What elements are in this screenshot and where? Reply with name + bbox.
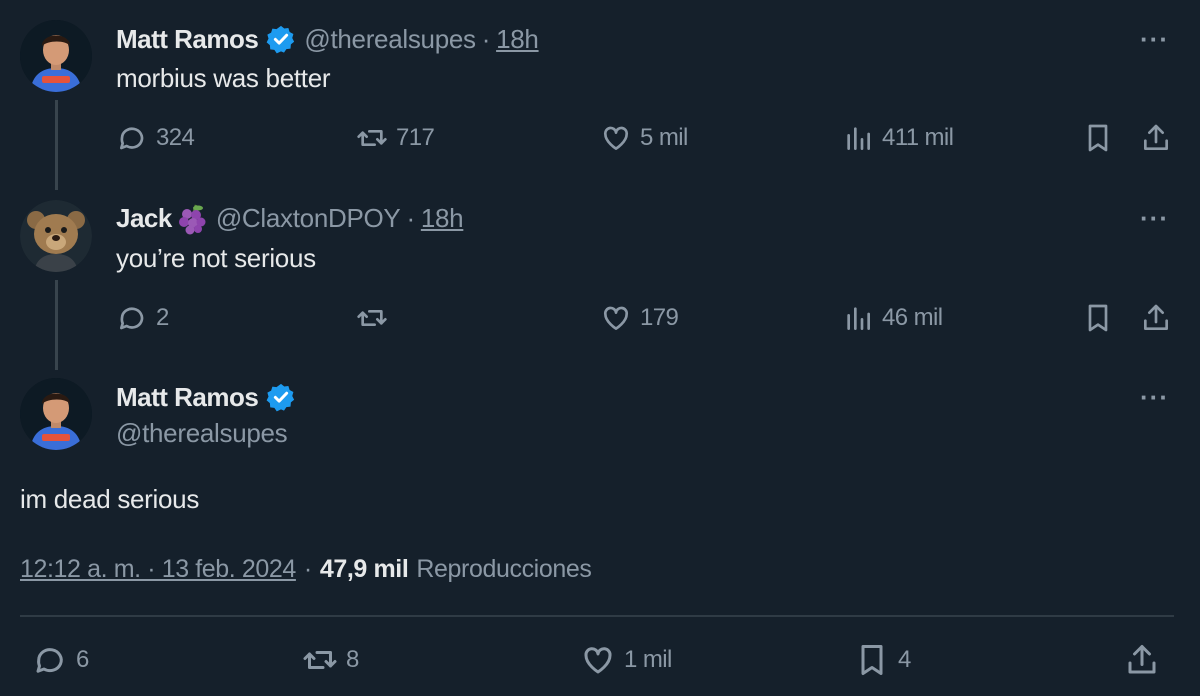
like-button[interactable]: 5 mil	[600, 122, 688, 154]
retweet-icon	[357, 310, 387, 326]
views-label: Reproducciones	[416, 555, 592, 583]
bookmark-count: 4	[898, 646, 911, 673]
tweet-text: im dead serious	[20, 484, 200, 514]
share-icon	[1144, 124, 1168, 150]
bookmark-button[interactable]	[1082, 122, 1122, 154]
bookmark-button[interactable]: 4	[854, 642, 911, 678]
views-count: 411 mil	[882, 124, 954, 151]
heart-icon	[603, 126, 629, 150]
retweet-button[interactable]	[356, 302, 396, 334]
more-options-button[interactable]: ···	[1140, 382, 1169, 413]
share-button[interactable]	[1124, 642, 1168, 678]
author-handle[interactable]: @therealsupes	[304, 24, 476, 55]
reply-count: 324	[156, 124, 195, 151]
author-name[interactable]: Jack	[116, 203, 172, 234]
heart-icon	[603, 306, 629, 330]
author-name[interactable]: Matt Ramos	[116, 24, 259, 55]
reply-count: 6	[76, 646, 89, 673]
verified-badge-icon	[266, 25, 295, 54]
avatar[interactable]	[20, 20, 92, 92]
divider	[20, 615, 1174, 617]
share-button[interactable]	[1140, 302, 1180, 334]
person-avatar-icon	[20, 378, 92, 450]
reply-button[interactable]: 324	[116, 122, 195, 154]
more-options-button[interactable]: ···	[1140, 24, 1169, 55]
more-options-button[interactable]: ···	[1140, 203, 1169, 234]
tweet-timestamp[interactable]: 12:12 a. m. · 13 feb. 2024	[20, 555, 296, 584]
bookmark-icon	[1088, 124, 1108, 152]
like-count: 5 mil	[640, 124, 688, 151]
share-button[interactable]	[1140, 122, 1180, 154]
retweet-icon	[357, 130, 387, 146]
separator-dot: ·	[303, 555, 312, 583]
views-chart-icon	[847, 307, 870, 330]
reply-button[interactable]: 2	[116, 302, 169, 334]
bookmark-button[interactable]	[1082, 302, 1122, 334]
tweet-text: you’re not serious	[116, 243, 316, 273]
grapes-emoji-icon	[178, 204, 206, 235]
separator-dot: ·	[481, 23, 491, 54]
tweet-text: morbius was better	[116, 63, 331, 93]
avatar[interactable]	[20, 378, 92, 450]
author-handle[interactable]: @ClaxtonDPOY	[216, 203, 401, 234]
reply-count: 2	[156, 304, 169, 331]
author-handle[interactable]: @therealsupes	[116, 418, 288, 449]
tweet-time[interactable]: 18h	[421, 203, 464, 234]
like-count: 1 mil	[624, 646, 672, 673]
reply-button[interactable]: 6	[32, 642, 89, 678]
share-icon	[1128, 645, 1156, 674]
thread-line	[55, 100, 58, 190]
reply-icon	[120, 127, 144, 150]
verified-badge-icon	[266, 383, 295, 412]
person-avatar-icon	[20, 20, 92, 92]
bookmark-icon	[861, 645, 883, 675]
heart-icon	[584, 647, 612, 674]
retweet-count: 717	[396, 124, 435, 151]
reply-icon	[120, 307, 144, 330]
views-count: 46 mil	[882, 304, 943, 331]
views-chart-icon	[847, 127, 870, 150]
retweet-count: 8	[346, 646, 359, 673]
like-count: 179	[640, 304, 679, 331]
author-name[interactable]: Matt Ramos	[116, 382, 259, 413]
retweet-button[interactable]: 8	[302, 642, 359, 678]
tweet-time[interactable]: 18h	[496, 24, 539, 55]
retweet-button[interactable]: 717	[356, 122, 435, 154]
teddy-bear-avatar-icon	[20, 200, 92, 272]
share-icon	[1144, 304, 1168, 330]
bookmark-icon	[1088, 304, 1108, 332]
views-button[interactable]: 411 mil	[842, 122, 954, 154]
separator-dot: ·	[406, 202, 415, 233]
retweet-icon	[303, 651, 337, 669]
views-button[interactable]: 46 mil	[842, 302, 943, 334]
avatar[interactable]	[20, 200, 92, 272]
thread-line	[55, 280, 58, 370]
like-button[interactable]: 179	[600, 302, 679, 334]
reply-icon	[36, 648, 63, 673]
views-count: 47,9 mil	[319, 555, 409, 583]
like-button[interactable]: 1 mil	[580, 642, 672, 678]
